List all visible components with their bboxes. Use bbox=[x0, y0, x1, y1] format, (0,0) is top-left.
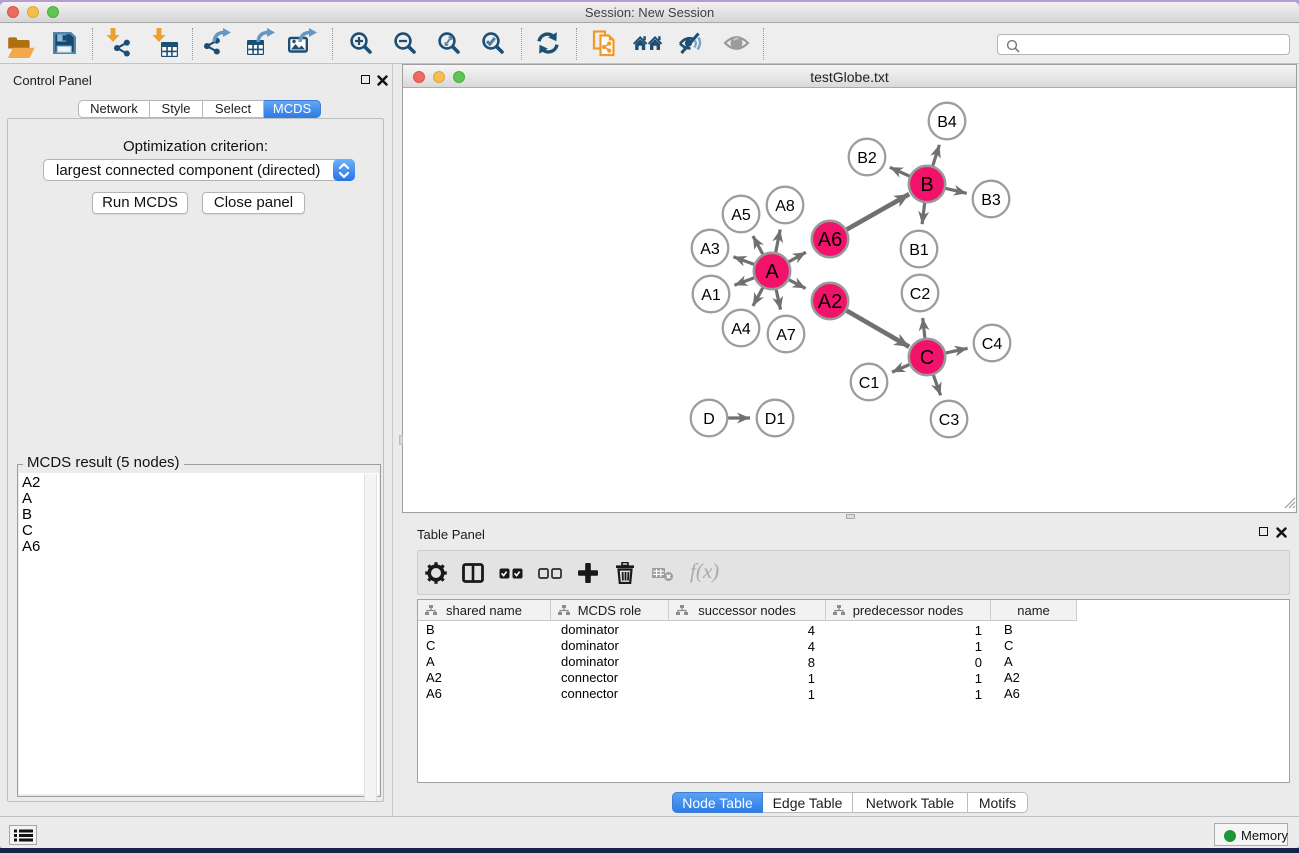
svg-text:A7: A7 bbox=[776, 327, 796, 344]
svg-text:C4: C4 bbox=[982, 336, 1003, 353]
svg-text:A5: A5 bbox=[731, 207, 751, 224]
svg-text:C3: C3 bbox=[939, 412, 960, 429]
svg-text:B3: B3 bbox=[981, 192, 1001, 209]
svg-text:C2: C2 bbox=[910, 286, 931, 303]
svg-text:C: C bbox=[920, 347, 934, 369]
svg-text:A6: A6 bbox=[818, 229, 842, 251]
svg-text:B4: B4 bbox=[937, 114, 957, 131]
svg-text:A3: A3 bbox=[700, 241, 720, 258]
svg-text:A8: A8 bbox=[775, 198, 795, 215]
svg-text:D1: D1 bbox=[765, 411, 786, 428]
svg-text:D: D bbox=[703, 411, 715, 428]
svg-text:A1: A1 bbox=[701, 287, 721, 304]
svg-text:B1: B1 bbox=[909, 242, 929, 259]
svg-text:B2: B2 bbox=[857, 150, 877, 167]
svg-text:C1: C1 bbox=[859, 375, 880, 392]
svg-text:A2: A2 bbox=[818, 291, 842, 313]
svg-text:A: A bbox=[765, 261, 779, 283]
svg-text:A4: A4 bbox=[731, 321, 751, 338]
svg-text:B: B bbox=[920, 174, 933, 196]
